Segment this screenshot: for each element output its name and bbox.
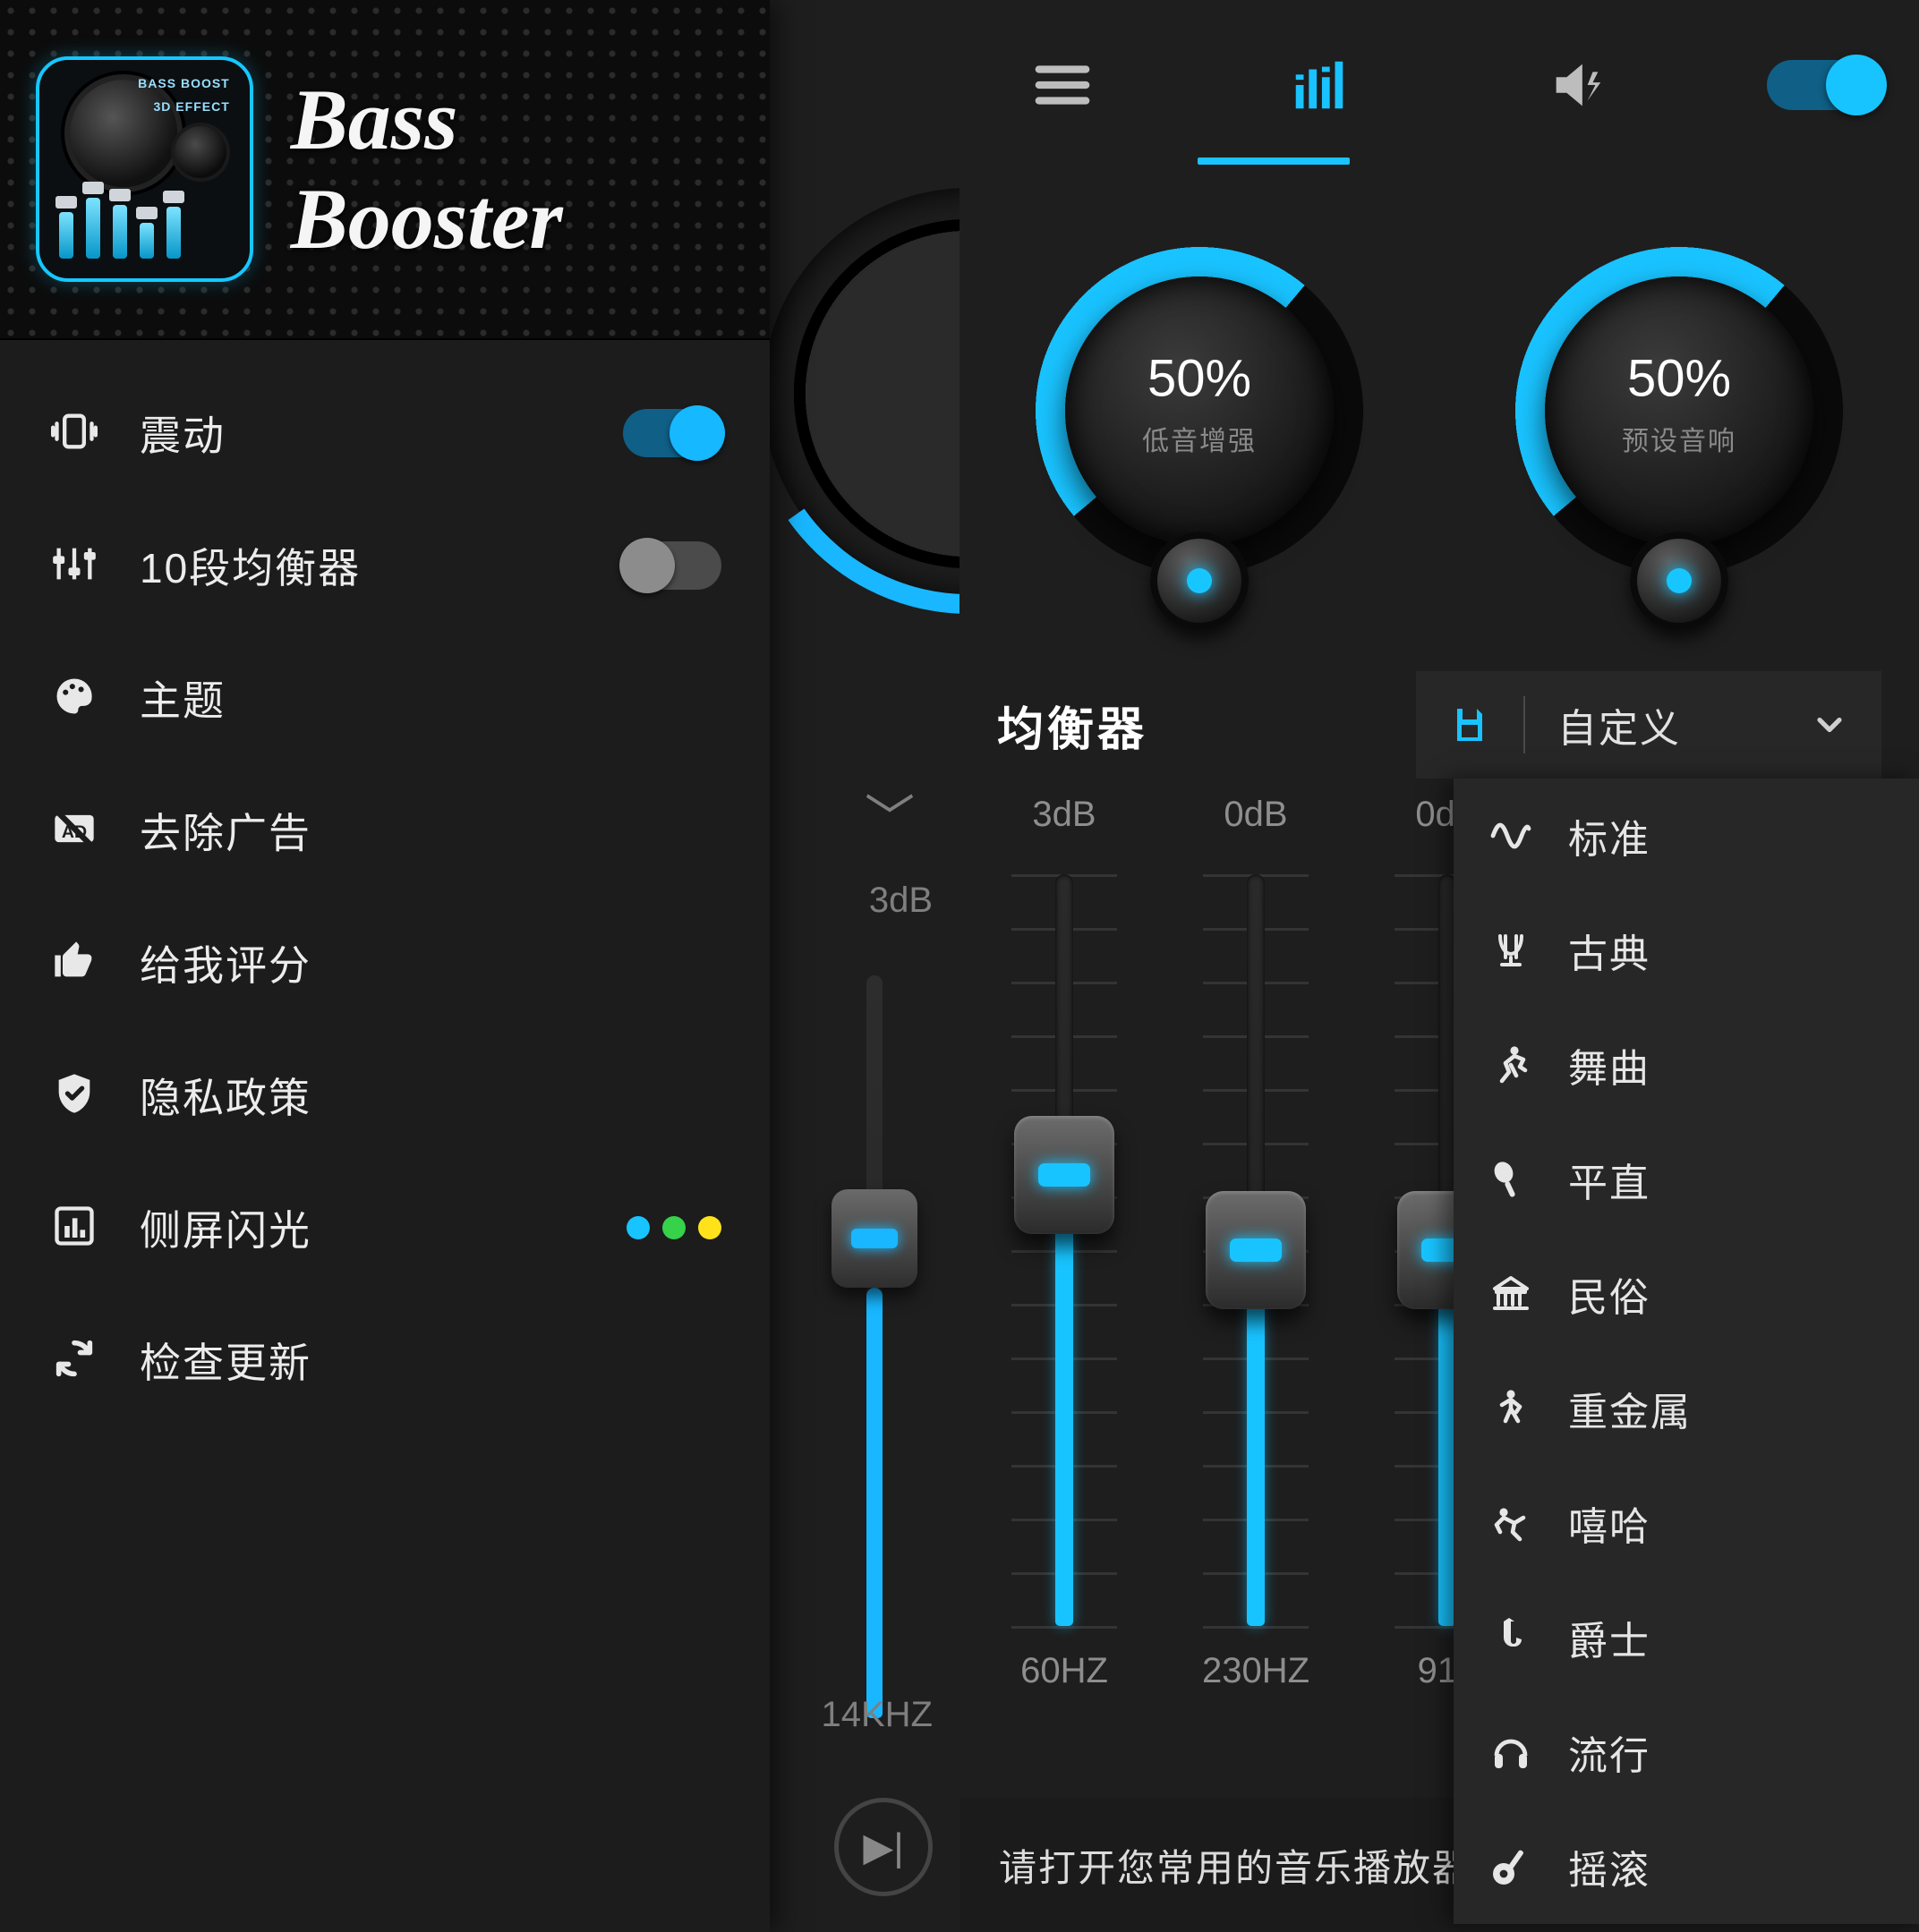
preset-label: 古典 xyxy=(1568,922,1650,979)
eq-band-slider[interactable] xyxy=(997,874,1131,1626)
eq-band-slider[interactable] xyxy=(1189,874,1323,1626)
preset-dropdown: 标准古典舞曲平直民俗重金属嘻哈爵士流行摇滚 xyxy=(1454,779,1919,1924)
band-db: 0dB xyxy=(1189,795,1323,835)
preset-item-dance[interactable]: 舞曲 xyxy=(1454,1008,1919,1122)
dial-label: 低音增强 xyxy=(1142,419,1257,458)
preset-sound-dial[interactable]: 50% 预设音响 xyxy=(1482,197,1876,662)
equalizer-title: 均衡器 xyxy=(997,692,1147,759)
preset-item-classic[interactable]: 古典 xyxy=(1454,893,1919,1008)
preset-item-pop[interactable]: 流行 xyxy=(1454,1695,1919,1809)
menu-label: 隐私政策 xyxy=(140,1066,311,1125)
menu-item-update[interactable]: 检查更新 xyxy=(0,1294,770,1426)
palette-icon xyxy=(48,673,100,724)
preset-selector[interactable]: 自定义 xyxy=(1416,671,1881,779)
preset-label: 爵士 xyxy=(1568,1609,1650,1666)
preset-label: 标准 xyxy=(1568,807,1650,864)
eq-sliders-icon xyxy=(48,540,100,592)
thumb-up-icon xyxy=(48,938,100,989)
ten-band-toggle[interactable] xyxy=(623,541,721,590)
preset-label: 平直 xyxy=(1568,1151,1650,1208)
divider xyxy=(1523,696,1525,753)
preset-item-metal[interactable]: 重金属 xyxy=(1454,1351,1919,1466)
preset-label: 摇滚 xyxy=(1568,1838,1650,1895)
menu-item-edge-light[interactable]: 侧屏闪光 xyxy=(0,1162,770,1294)
menu-item-rate[interactable]: 给我评分 xyxy=(0,897,770,1029)
dial-label: 预设音响 xyxy=(1622,419,1736,458)
drawer-menu: 震动 10段均衡器 主题 去除广告 给我评分 xyxy=(0,340,770,1453)
menu-item-remove-ads[interactable]: 去除广告 xyxy=(0,764,770,897)
band-db: 3dB xyxy=(997,795,1131,835)
refresh-icon xyxy=(48,1335,100,1386)
preset-label: 嘻哈 xyxy=(1568,1494,1650,1552)
next-track-button[interactable]: ▶| xyxy=(834,1798,933,1896)
hamburger-button[interactable] xyxy=(995,31,1130,139)
dial-percent: 50% xyxy=(1627,348,1731,408)
headphones-icon xyxy=(1489,1731,1532,1774)
preset-item-hiphop[interactable]: 嘻哈 xyxy=(1454,1466,1919,1580)
breakdance-icon xyxy=(1489,1502,1532,1545)
menu-item-theme[interactable]: 主题 xyxy=(0,632,770,764)
vibrate-icon xyxy=(48,408,100,459)
band-hz: 60HZ xyxy=(997,1651,1131,1691)
museum-icon xyxy=(1489,1272,1532,1315)
drawer-header: BASS BOOST 3D EFFECT Bass Booster xyxy=(0,0,770,340)
menu-label: 10段均衡器 xyxy=(140,536,361,595)
menu-label: 震动 xyxy=(140,404,226,463)
no-ad-icon xyxy=(48,805,100,856)
menu-label: 侧屏闪光 xyxy=(140,1198,311,1257)
dial-knob[interactable] xyxy=(1630,532,1728,630)
peek-freq-label: 14KHZ xyxy=(822,1695,934,1735)
peek-db-label: 3dB xyxy=(869,881,933,921)
navigation-drawer: BASS BOOST 3D EFFECT Bass Booster 震动 10段… xyxy=(0,0,770,1932)
menu-label: 去除广告 xyxy=(140,801,311,860)
top-bar xyxy=(960,0,1919,170)
background-app-peek: ﹀ 3dB 14KHZ ▶| xyxy=(763,0,960,1932)
guitar-icon xyxy=(1489,1845,1532,1888)
maracas-icon xyxy=(1489,1158,1532,1201)
preset-item-jazz[interactable]: 爵士 xyxy=(1454,1580,1919,1695)
menu-item-vibrate[interactable]: 震动 xyxy=(0,367,770,499)
dial-percent: 50% xyxy=(1147,348,1251,408)
dials-row: 50% 低音增强 50% 预设音响 xyxy=(960,170,1919,671)
menu-label: 主题 xyxy=(140,668,226,728)
preset-label: 流行 xyxy=(1568,1723,1650,1781)
sax-icon xyxy=(1489,1616,1532,1659)
preset-selected-label: 自定义 xyxy=(1557,696,1778,753)
bar-chart-icon xyxy=(48,1203,100,1254)
right-screenshot: 50% 低音增强 50% 预设音响 均衡器 自定义 3dB xyxy=(960,0,1919,1932)
band-hz: 230HZ xyxy=(1189,1651,1323,1691)
wave-icon xyxy=(1489,814,1532,857)
peek-vertical-slider[interactable] xyxy=(843,975,906,1718)
equalizer-tab[interactable] xyxy=(1252,31,1386,139)
menu-label: 检查更新 xyxy=(140,1331,311,1390)
preset-item-rock[interactable]: 摇滚 xyxy=(1454,1809,1919,1924)
app-title: Bass Booster xyxy=(291,70,734,268)
left-screenshot: ﹀ 3dB 14KHZ ▶| BASS BOOST 3D EFFECT Bass… xyxy=(0,0,960,1932)
preset-item-folk[interactable]: 民俗 xyxy=(1454,1237,1919,1351)
dial-knob[interactable] xyxy=(1150,532,1249,630)
preset-item-normal[interactable]: 标准 xyxy=(1454,779,1919,893)
active-tab-indicator xyxy=(1198,157,1350,165)
save-icon[interactable] xyxy=(1448,703,1491,746)
preset-label: 重金属 xyxy=(1568,1380,1692,1437)
power-toggle[interactable] xyxy=(1767,60,1883,110)
app-icon: BASS BOOST 3D EFFECT xyxy=(36,56,253,282)
preset-item-flat[interactable]: 平直 xyxy=(1454,1122,1919,1237)
shield-check-icon xyxy=(48,1070,100,1121)
menu-item-ten-band[interactable]: 10段均衡器 xyxy=(0,499,770,632)
preset-label: 民俗 xyxy=(1568,1265,1650,1323)
menu-label: 给我评分 xyxy=(140,933,311,992)
volume-tab[interactable] xyxy=(1510,31,1644,139)
chevron-down-icon: ﹀ xyxy=(865,779,915,851)
rocker-icon xyxy=(1489,1387,1532,1430)
dancer-icon xyxy=(1489,1043,1532,1086)
vibrate-toggle[interactable] xyxy=(623,409,721,457)
chevron-down-icon xyxy=(1810,705,1849,745)
color-dots-icon xyxy=(627,1216,721,1239)
lyre-icon xyxy=(1489,929,1532,972)
preset-label: 舞曲 xyxy=(1568,1036,1650,1094)
menu-item-privacy[interactable]: 隐私政策 xyxy=(0,1029,770,1162)
bass-boost-dial[interactable]: 50% 低音增强 xyxy=(1002,197,1396,662)
